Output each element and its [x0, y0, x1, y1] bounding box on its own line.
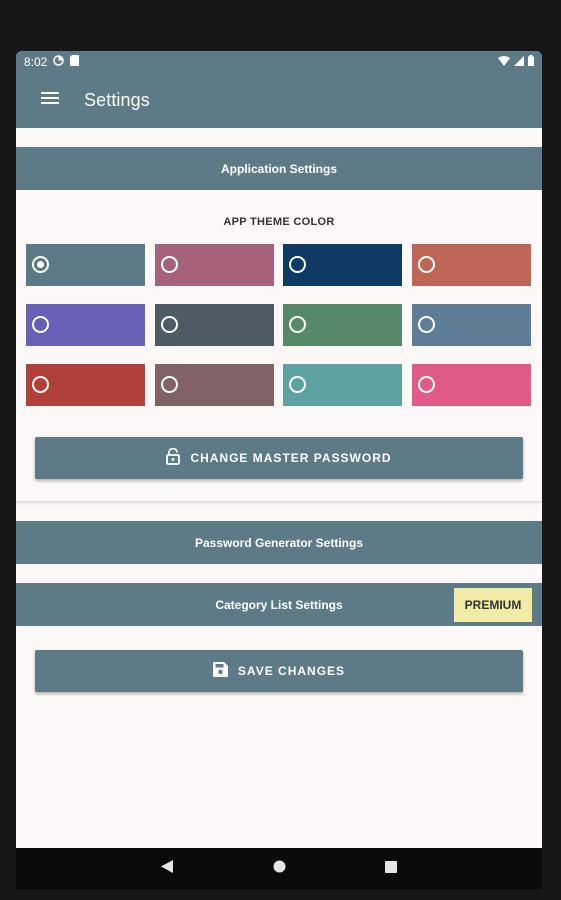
hamburger-icon: [41, 91, 59, 110]
theme-color-radio[interactable]: [289, 316, 306, 333]
section-password-generator-label: Password Generator Settings: [194, 535, 364, 550]
system-navigation-bar: [16, 848, 542, 889]
theme-color-radio[interactable]: [418, 256, 435, 273]
theme-color-radio[interactable]: [32, 316, 49, 333]
theme-color-radio[interactable]: [418, 376, 435, 393]
wifi-icon: [498, 55, 510, 69]
theme-color-radio[interactable]: [32, 256, 49, 273]
save-changes-label: SAVE CHANGES: [237, 664, 346, 678]
theme-color-swatch[interactable]: [283, 364, 402, 406]
theme-color-swatch[interactable]: [155, 304, 274, 346]
status-bar: 8:02: [16, 51, 542, 73]
theme-color-swatch[interactable]: [412, 244, 531, 286]
back-triangle-icon: [161, 859, 173, 878]
theme-color-swatch[interactable]: [26, 364, 145, 406]
theme-color-swatch[interactable]: [26, 244, 145, 286]
sd-card-icon: [70, 55, 80, 69]
floppy-disk-icon: [212, 662, 228, 680]
page-title: Settings: [84, 90, 150, 110]
section-category-list-label: Category List Settings: [215, 597, 343, 612]
theme-color-swatch[interactable]: [26, 304, 145, 346]
theme-color-radio[interactable]: [418, 316, 435, 333]
lock-icon: [166, 447, 181, 468]
theme-color-swatch[interactable]: [155, 364, 274, 406]
data-saver-icon: [53, 55, 65, 69]
section-application-settings-label: Application Settings: [220, 161, 337, 176]
cell-signal-icon: [514, 55, 524, 69]
save-changes-button[interactable]: SAVE CHANGES: [35, 650, 523, 692]
status-time: 8:02: [24, 55, 48, 69]
app-bar: Settings: [16, 73, 542, 128]
nav-recents-button[interactable]: [366, 848, 416, 889]
theme-color-radio[interactable]: [161, 256, 178, 273]
theme-color-radio[interactable]: [289, 256, 306, 273]
menu-button[interactable]: [38, 89, 62, 113]
premium-badge[interactable]: PREMIUM: [454, 588, 532, 622]
theme-color-swatch[interactable]: [412, 304, 531, 346]
theme-color-swatch[interactable]: [412, 364, 531, 406]
section-application-settings[interactable]: Application Settings: [16, 147, 542, 190]
theme-color-label: APP THEME COLOR: [223, 216, 335, 228]
recents-square-icon: [385, 860, 397, 878]
section-password-generator-settings[interactable]: Password Generator Settings: [16, 521, 542, 564]
nav-back-button[interactable]: [142, 848, 192, 889]
change-master-password-button[interactable]: CHANGE MASTER PASSWORD: [35, 437, 523, 479]
theme-color-radio[interactable]: [32, 376, 49, 393]
theme-color-swatch[interactable]: [155, 244, 274, 286]
device-screen: 8:02 Settings Application Settings APP T…: [16, 51, 542, 889]
theme-color-swatch[interactable]: [283, 244, 402, 286]
theme-color-radio[interactable]: [161, 376, 178, 393]
nav-home-button[interactable]: [254, 848, 304, 889]
battery-icon: [528, 55, 534, 69]
theme-color-radio[interactable]: [289, 376, 306, 393]
home-circle-icon: [273, 860, 286, 878]
theme-color-radio[interactable]: [161, 316, 178, 333]
change-master-password-label: CHANGE MASTER PASSWORD: [190, 451, 392, 465]
theme-color-swatch[interactable]: [283, 304, 402, 346]
